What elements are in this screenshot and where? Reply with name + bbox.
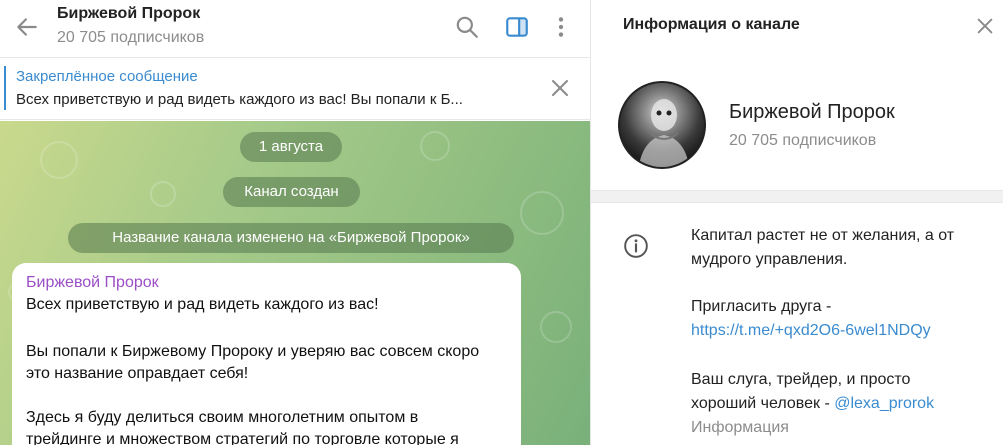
message-line: Здесь я буду делиться своим многолетним … [26,409,419,426]
channel-name: Биржевой Пророк [729,101,895,123]
sidebar-toggle-icon[interactable] [504,14,530,40]
info-panel-title: Информация о канале [623,16,800,33]
description-text: хороший человек - [691,395,835,412]
close-icon[interactable] [974,15,996,37]
background-doodle [420,131,450,161]
channel-subscribers: 20 705 подписчиков [729,132,877,149]
message-line: это название оправдает себя! [26,365,249,382]
message-line: Вы попали к Биржевому Пророку и уверяю в… [26,343,480,360]
description-line: хороший человек - @lexa_prorok [691,395,934,413]
date-separator: 1 августа [240,132,342,162]
pinned-message[interactable]: Закреплённое сообщение Всех приветствую … [0,58,590,120]
close-icon[interactable] [548,76,572,100]
background-doodle [520,191,564,235]
description-line: мудрого управления. [691,251,848,268]
chat-title[interactable]: Биржевой Пророк [57,5,200,23]
message-line: трейдинге и множеством стратегий по торг… [26,431,459,445]
section-divider [591,190,1003,203]
channel-avatar[interactable] [618,81,706,169]
pinned-indicator [4,66,6,110]
channel-info-panel: Информация о канале Биржевой Пророк 20 7… [590,0,1003,445]
chat-subscribers: 20 705 подписчиков [57,29,205,46]
service-message-created: Канал создан [223,177,360,207]
chat-header: Биржевой Пророк 20 705 подписчиков [0,0,590,58]
avatar-figure [638,99,690,167]
message-bubble[interactable]: Биржевой Пророк Всех приветствую и рад в… [12,263,521,445]
description-line: Капитал растет не от желания, а от [691,227,955,244]
more-vertical-icon[interactable] [548,14,574,40]
handle-link[interactable]: @lexa_prorok [834,395,934,412]
search-icon[interactable] [454,14,480,40]
message-line: Всех приветствую и рад видеть каждого из… [26,296,379,313]
description-line: Ваш слуга, трейдер, и просто [691,371,911,388]
arrow-left-icon[interactable] [14,14,40,40]
pinned-text: Всех приветствую и рад видеть каждого из… [16,91,463,108]
invite-label: Пригласить друга - [691,298,832,315]
invite-link[interactable]: https://t.me/+qxd2O6-6wel1NDQy [691,322,931,340]
pinned-title: Закреплённое сообщение [16,68,198,85]
info-caption: Информация [691,419,789,436]
background-doodle [150,181,176,207]
info-icon [624,234,648,258]
background-doodle [40,141,78,179]
chat-pane: Биржевой Пророк 20 705 подписчиков Закре… [0,0,590,445]
background-doodle [540,311,572,343]
message-author[interactable]: Биржевой Пророк [26,274,159,292]
service-message-renamed: Название канала изменено на «Биржевой Пр… [68,223,514,253]
